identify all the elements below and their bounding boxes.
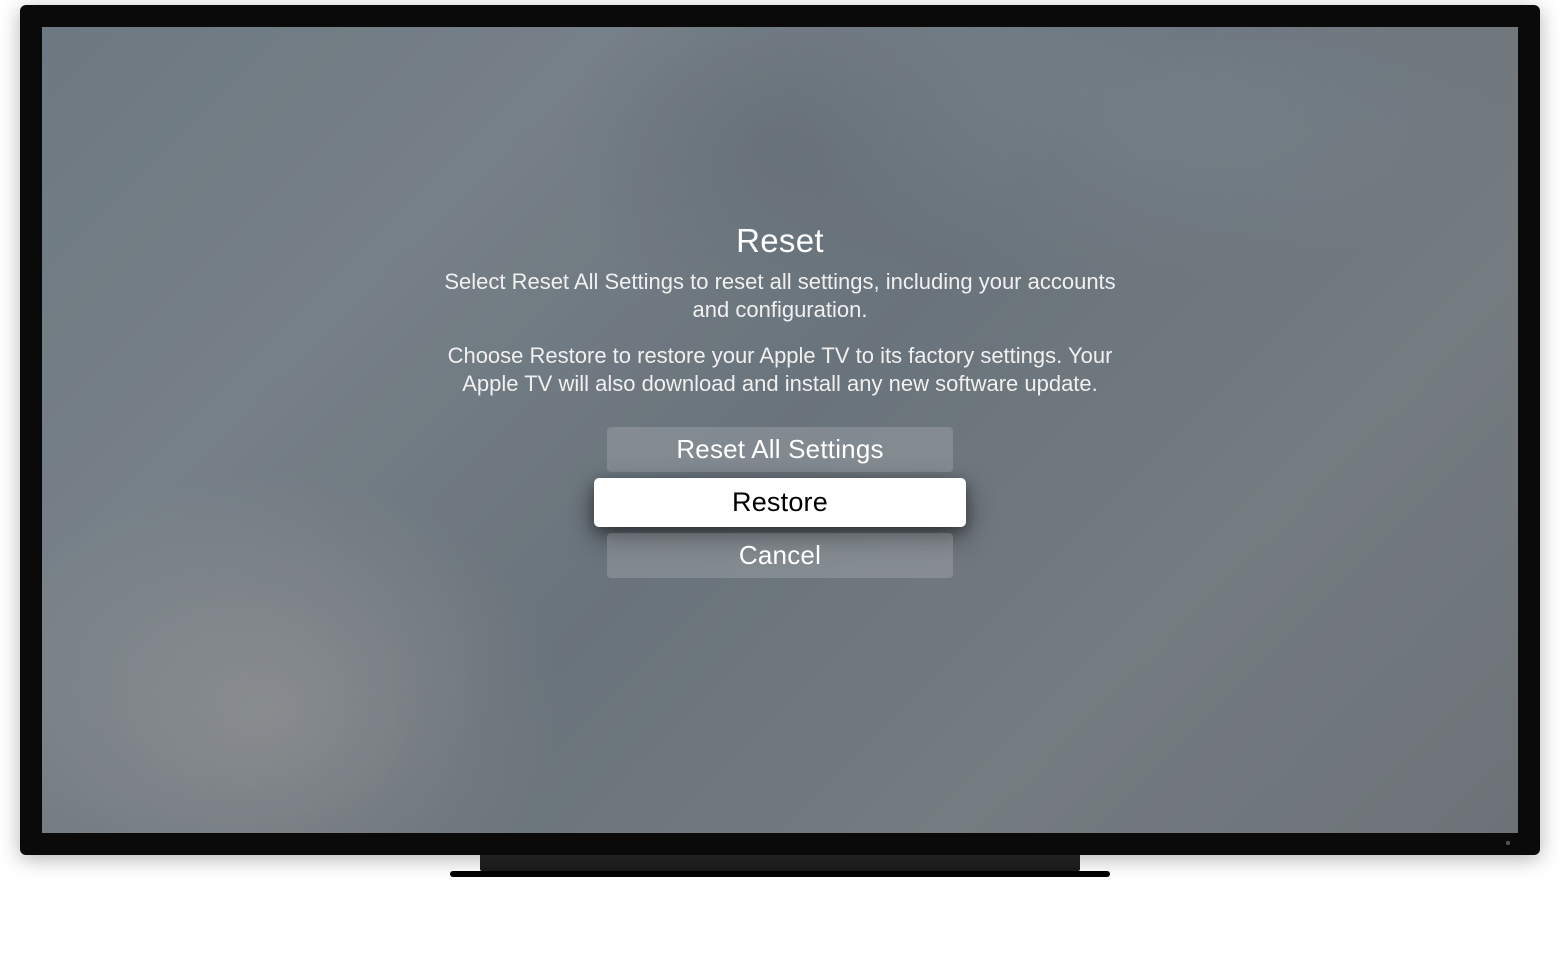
tv-base	[450, 871, 1110, 877]
tv-power-led-icon	[1506, 841, 1510, 845]
tv-bezel: Reset Select Reset All Settings to reset…	[20, 5, 1540, 855]
tv-screen: Reset Select Reset All Settings to reset…	[42, 27, 1518, 833]
restore-button[interactable]: Restore	[594, 478, 966, 527]
dialog-button-stack: Reset All Settings Restore Cancel	[594, 427, 966, 578]
tv-stand	[480, 853, 1080, 871]
dialog-title: Reset	[736, 222, 824, 260]
cancel-button[interactable]: Cancel	[607, 533, 953, 578]
dialog-paragraph-1: Select Reset All Settings to reset all s…	[440, 268, 1120, 324]
reset-all-settings-button[interactable]: Reset All Settings	[607, 427, 953, 472]
reset-dialog: Reset Select Reset All Settings to reset…	[420, 222, 1140, 578]
dialog-paragraph-2: Choose Restore to restore your Apple TV …	[440, 342, 1120, 398]
